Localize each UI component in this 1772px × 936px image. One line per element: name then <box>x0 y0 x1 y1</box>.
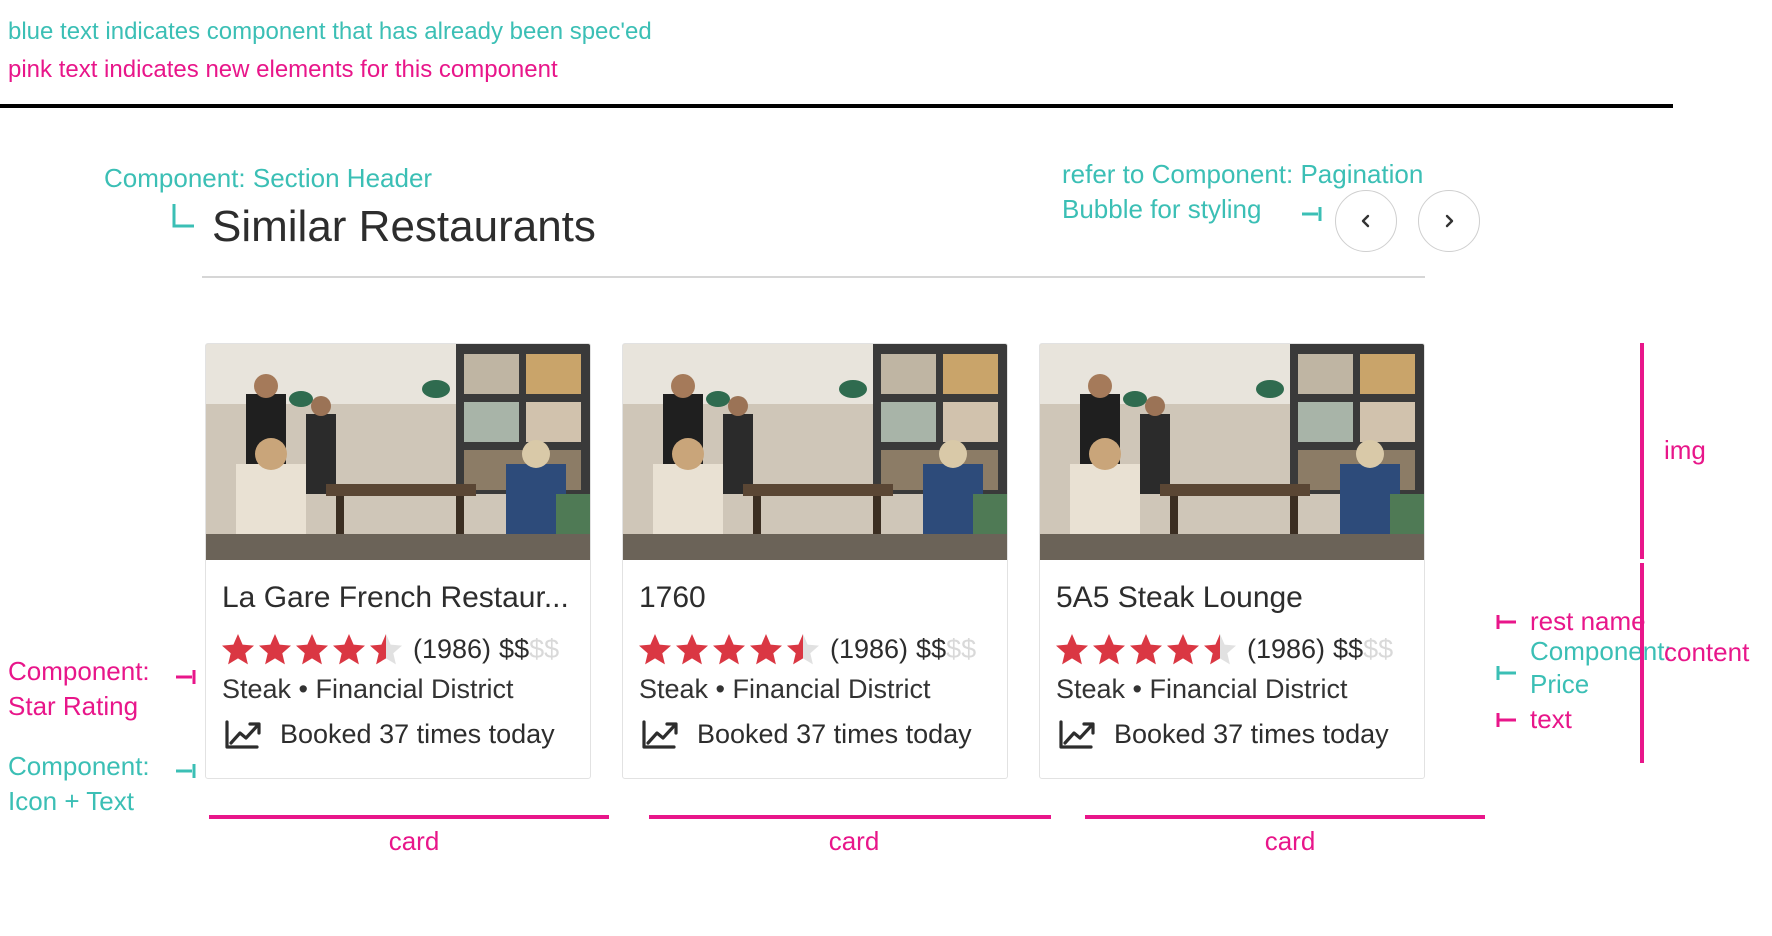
img-annotation: img <box>1664 435 1706 465</box>
card-annotation-label-3: card <box>1264 826 1316 856</box>
card-annotation-label-2: card <box>828 826 880 856</box>
star-icon <box>750 634 782 665</box>
price-inactive: $$ <box>1363 633 1394 664</box>
rest-name-annotation: rest name <box>1530 606 1646 636</box>
booked-text: Booked 37 times today <box>280 718 555 749</box>
restaurant-photo <box>1040 344 1424 560</box>
icon-text-annotation-line2: Icon + Text <box>8 786 134 816</box>
star-rating-annotation-line1: Component: <box>8 656 150 686</box>
card-annotation-label-1: card <box>388 826 440 856</box>
price-active: $$ <box>499 633 530 664</box>
star-icon <box>1204 634 1236 665</box>
booked-info: Booked 37 times today <box>1058 718 1389 750</box>
price-inactive: $$ <box>529 633 560 664</box>
star-icon <box>370 634 402 665</box>
annotation-elbow-arrow <box>172 204 194 228</box>
trending-up-icon <box>225 720 261 749</box>
rest-name-arrow-icon <box>1496 615 1516 629</box>
star-icon <box>296 634 328 665</box>
restaurant-name[interactable]: 1760 <box>639 580 995 616</box>
text-arrow-icon <box>1496 713 1516 727</box>
cuisine-location: Steak • Financial District <box>639 674 931 704</box>
star-icon <box>639 634 671 665</box>
restaurant-name[interactable]: 5A5 Steak Lounge <box>1056 580 1412 616</box>
booked-info: Booked 37 times today <box>224 718 555 750</box>
price-active: $$ <box>1333 633 1364 664</box>
restaurant-card[interactable]: La Gare French Restaur... (1986) $$$$ Steak… <box>205 343 591 779</box>
card-annotation-line-3 <box>1085 815 1485 819</box>
price-annotation-line1: Component: <box>1530 636 1672 666</box>
booked-text: Booked 37 times today <box>697 718 972 749</box>
star-rating: (1986) $$$$ <box>220 632 559 666</box>
booked-text: Booked 37 times today <box>1114 718 1389 749</box>
icon-text-annotation-line1: Component: <box>8 751 150 781</box>
price: $$$$ <box>916 634 976 665</box>
review-count: (1986) <box>413 633 492 664</box>
section-title: Similar Restaurants <box>212 202 596 251</box>
content-annotation: content <box>1664 637 1750 667</box>
price-inactive: $$ <box>946 633 977 664</box>
pagination-prev-button[interactable] <box>1335 190 1397 252</box>
card-image[interactable] <box>206 344 590 560</box>
card-image[interactable] <box>1040 344 1424 560</box>
stars <box>220 632 405 666</box>
cuisine-location: Steak • Financial District <box>222 674 514 704</box>
price: $$$$ <box>1333 634 1393 665</box>
card-image[interactable] <box>623 344 1007 560</box>
star-icon <box>676 634 708 665</box>
text-annotation: text <box>1530 704 1572 734</box>
trending-up-icon <box>642 720 678 749</box>
icon-text-arrow-icon <box>176 764 196 778</box>
pagination-annotation-line2: Bubble for styling <box>1062 194 1262 224</box>
restaurant-photo <box>206 344 590 560</box>
restaurant-photo <box>623 344 1007 560</box>
star-icon <box>1056 634 1088 665</box>
review-count: (1986) <box>830 633 909 664</box>
section-header-divider <box>202 276 1425 278</box>
star-icon <box>333 634 365 665</box>
price-active: $$ <box>916 633 947 664</box>
star-icon <box>222 634 254 665</box>
star-icon <box>1130 634 1162 665</box>
star-rating-annotation-line2: Star Rating <box>8 691 139 721</box>
img-bracket <box>1640 343 1644 559</box>
star-icon <box>1093 634 1125 665</box>
annotation-arrow-icon <box>1302 207 1322 221</box>
card-annotation-line-1 <box>209 815 609 819</box>
chevron-left-icon <box>1361 214 1370 228</box>
restaurant-card[interactable]: 5A5 Steak Lounge (1986) $$$$ Steak • Financ… <box>1039 343 1425 779</box>
legend-new-text: pink text indicates new elements for thi… <box>8 56 558 83</box>
star-rating-arrow-icon <box>176 670 196 684</box>
price-annotation-line2: Price <box>1530 669 1590 699</box>
star-icon <box>787 634 819 665</box>
legend-spec-text: blue text indicates component that has a… <box>8 18 652 45</box>
star-rating: (1986) $$$$ <box>637 632 976 666</box>
review-count: (1986) <box>1247 633 1326 664</box>
restaurant-name[interactable]: La Gare French Restaur... <box>222 580 578 616</box>
pagination-annotation-line1: refer to Component: Pagination <box>1062 159 1424 189</box>
trending-up-icon <box>1059 720 1095 749</box>
cuisine-location: Steak • Financial District <box>1056 674 1348 704</box>
section-header-annotation: Component: Section Header <box>104 163 433 193</box>
price-arrow-icon <box>1496 666 1516 680</box>
price: $$$$ <box>499 634 559 665</box>
restaurant-card[interactable]: 1760 (1986) $$$$ Steak • Financial District… <box>622 343 1008 779</box>
star-rating: (1986) $$$$ <box>1054 632 1393 666</box>
legend-divider <box>0 104 1673 108</box>
chevron-right-icon <box>1445 214 1454 228</box>
pagination-next-button[interactable] <box>1418 190 1480 252</box>
booked-info: Booked 37 times today <box>641 718 972 750</box>
content-bracket <box>1640 563 1644 763</box>
star-icon <box>1167 634 1199 665</box>
card-annotation-line-2 <box>649 815 1051 819</box>
stars <box>1054 632 1239 666</box>
star-icon <box>259 634 291 665</box>
star-icon <box>713 634 745 665</box>
stars <box>637 632 822 666</box>
